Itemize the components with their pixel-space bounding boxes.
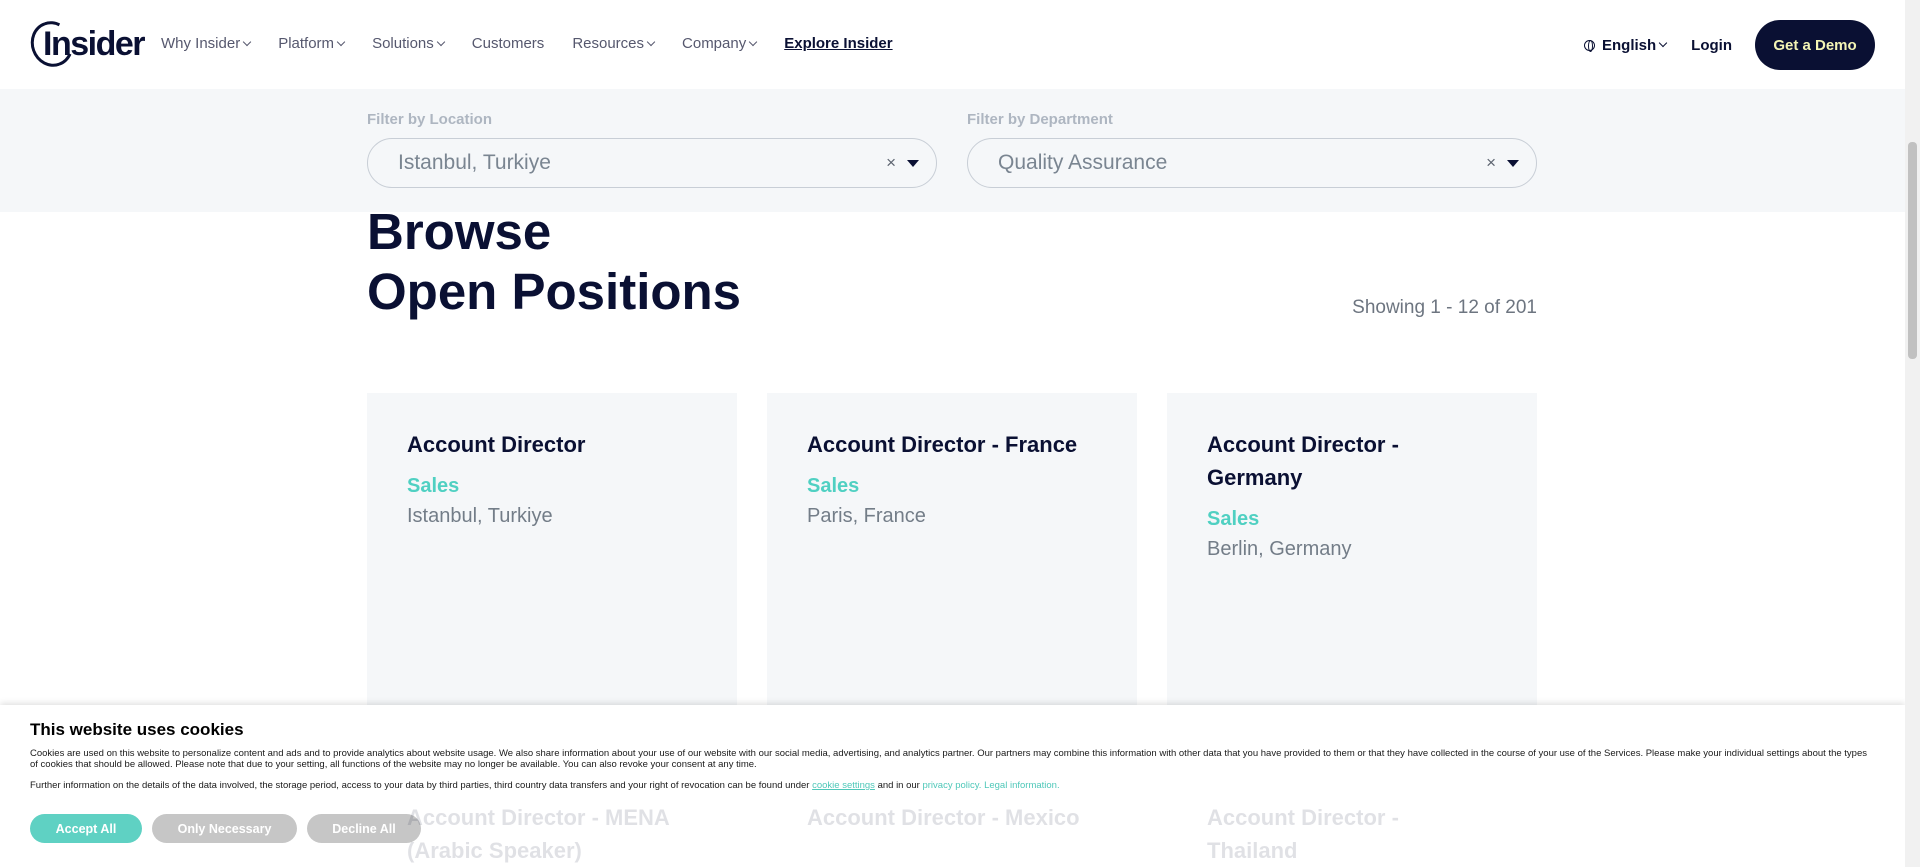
location-filter-label: Filter by Location (367, 111, 493, 128)
chevron-down-icon (436, 37, 446, 46)
page-title-line2: Open Positions (367, 263, 742, 320)
nav-customers[interactable]: Customers (472, 35, 545, 52)
get-demo-button[interactable]: Get a Demo (1755, 20, 1875, 70)
chevron-down-icon (646, 37, 656, 46)
nav-solutions[interactable]: Solutions (372, 35, 446, 52)
globe-icon (1584, 39, 1595, 52)
job-department: Sales (407, 475, 460, 497)
job-location: Paris, France (807, 505, 926, 527)
department-filter-label: Filter by Department (967, 111, 1113, 128)
cookie-info-middle: and in our (877, 780, 920, 791)
language-label: English (1602, 36, 1657, 54)
cookie-description: Cookies are used on this website to pers… (30, 748, 1867, 770)
job-title: Account Director (407, 432, 586, 457)
page-scrollbar[interactable] (1905, 0, 1920, 867)
job-card[interactable]: Account Director - Germany Sales Berlin,… (1167, 393, 1537, 723)
nav-label: Why Insider (161, 35, 241, 52)
location-select-value: Istanbul, Turkiye (398, 151, 551, 174)
main-nav: Why Insider Platform Solutions Customers… (161, 35, 921, 52)
job-title: Account Director - Germany (1207, 432, 1399, 490)
nav-label: Platform (278, 35, 335, 52)
decline-all-button[interactable]: Decline All (307, 814, 421, 843)
chevron-down-icon (1658, 38, 1668, 48)
nav-label: Company (682, 35, 747, 52)
only-necessary-button[interactable]: Only Necessary (152, 814, 297, 843)
nav-why-insider[interactable]: Why Insider (161, 35, 252, 52)
language-selector[interactable]: English (1584, 36, 1668, 54)
nav-label: Resources (572, 35, 645, 52)
insider-logo[interactable]: Insider (24, 15, 145, 73)
clear-icon[interactable]: × (1486, 153, 1496, 173)
cookie-buttons: Accept All Only Necessary Decline All (30, 814, 1875, 843)
login-link[interactable]: Login (1691, 37, 1732, 54)
site-header: Insider Why Insider Platform Solutions C… (0, 0, 1905, 89)
header-actions: English Login Get a Demo (1584, 20, 1875, 70)
caret-down-icon[interactable] (1507, 159, 1519, 167)
scrollbar-thumb[interactable] (1908, 142, 1917, 359)
nav-label: Explore Insider (784, 35, 893, 52)
privacy-policy-link[interactable]: privacy policy. (922, 780, 981, 791)
page-title: Browse Open Positions (367, 202, 741, 322)
job-card[interactable]: Account Director - France Sales Paris, F… (767, 393, 1137, 723)
chevron-down-icon (748, 37, 758, 46)
job-department: Sales (1207, 508, 1260, 530)
department-select-value: Quality Assurance (998, 151, 1168, 174)
nav-explore-insider[interactable]: Explore Insider (784, 35, 892, 52)
nav-label: Customers (471, 35, 545, 52)
chevron-down-icon (336, 37, 346, 46)
cookie-further-info: Further information on the details of th… (30, 780, 1875, 791)
caret-down-icon[interactable] (907, 159, 919, 167)
nav-resources[interactable]: Resources (572, 35, 656, 52)
nav-label: Solutions (372, 35, 434, 52)
location-filter: Filter by Location Istanbul, Turkiye × (367, 111, 937, 188)
accept-all-button[interactable]: Accept All (30, 814, 142, 843)
job-location: Istanbul, Turkiye (407, 505, 553, 527)
job-title: Account Director - France (807, 432, 1078, 457)
job-location: Berlin, Germany (1207, 538, 1352, 560)
legal-information-link[interactable]: Legal information. (984, 780, 1060, 791)
cookie-settings-link[interactable]: cookie settings (812, 780, 875, 791)
logo-text: Insider (43, 24, 145, 63)
cookie-info-text: Further information on the details of th… (30, 780, 810, 791)
cookie-banner: This website uses cookies Cookies are us… (0, 705, 1905, 867)
job-card[interactable]: Account Director Sales Istanbul, Turkiye (367, 393, 737, 723)
results-count: Showing 1 - 12 of 201 (1352, 297, 1537, 318)
chevron-down-icon (242, 37, 252, 46)
nav-platform[interactable]: Platform (278, 35, 346, 52)
cookie-title: This website uses cookies (30, 720, 244, 739)
filter-bar: Filter by Location Istanbul, Turkiye × F… (0, 89, 1905, 212)
location-select[interactable]: Istanbul, Turkiye × (367, 138, 937, 188)
department-filter: Filter by Department Quality Assurance × (967, 111, 1537, 188)
department-select[interactable]: Quality Assurance × (967, 138, 1537, 188)
job-department: Sales (807, 475, 860, 497)
nav-company[interactable]: Company (682, 35, 758, 52)
clear-icon[interactable]: × (886, 153, 896, 173)
